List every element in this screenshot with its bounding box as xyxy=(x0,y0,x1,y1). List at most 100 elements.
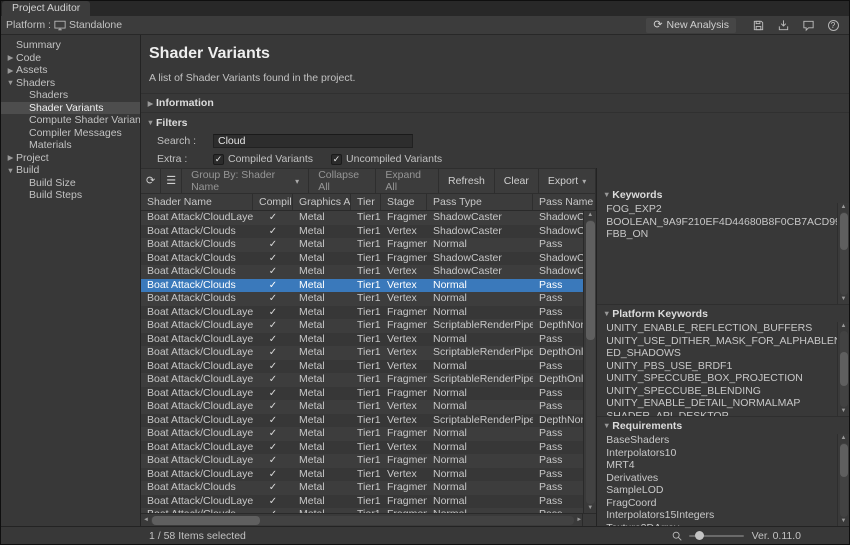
tab-project-auditor[interactable]: Project Auditor xyxy=(2,1,90,16)
sidebar-item-project[interactable]: ▶Project xyxy=(1,152,140,165)
details-section-header[interactable]: ▼ Platform Keywords xyxy=(597,305,849,322)
sidebar-item-compiler-messages[interactable]: Compiler Messages xyxy=(1,127,140,140)
details-item[interactable]: Derivatives xyxy=(606,472,849,485)
scrollbar-track[interactable] xyxy=(840,331,848,407)
scrollbar-thumb[interactable] xyxy=(586,221,595,340)
scrollbar-thumb[interactable] xyxy=(152,516,260,525)
column-header-graphics-api[interactable]: Graphics API xyxy=(293,194,351,210)
table-row[interactable]: Boat Attack/Clouds✓MetalTier1VertexNorma… xyxy=(141,292,583,306)
expand-all-button[interactable]: Expand All xyxy=(376,169,439,193)
sidebar-item-build-steps[interactable]: Build Steps xyxy=(1,189,140,202)
collapse-all-button[interactable]: Collapse All xyxy=(309,169,376,193)
table-row[interactable]: Boat Attack/CloudLayer✓MetalTier1Fragmen… xyxy=(141,427,583,441)
details-section-header[interactable]: ▼ Keywords xyxy=(597,186,849,203)
scroll-up-icon[interactable]: ▲ xyxy=(841,435,847,442)
table-row[interactable]: Boat Attack/Clouds✓MetalTier1VertexShado… xyxy=(141,265,583,279)
section-scrollbar[interactable]: ▲ ▼ xyxy=(837,434,849,526)
sidebar-item-shaders[interactable]: Shaders xyxy=(1,89,140,102)
save-button[interactable] xyxy=(747,17,769,33)
details-item[interactable]: UNITY_SPECCUBE_BOX_PROJECTION xyxy=(606,372,849,385)
scroll-up-icon[interactable]: ▲ xyxy=(841,204,847,211)
details-item[interactable]: UNITY_SPECCUBE_BLENDING xyxy=(606,385,849,398)
table-row[interactable]: Boat Attack/CloudLayer✓MetalTier1VertexS… xyxy=(141,346,583,360)
clear-button[interactable]: Clear xyxy=(495,169,539,193)
scroll-down-icon[interactable]: ▼ xyxy=(841,296,847,303)
details-item[interactable]: BaseShaders xyxy=(606,434,849,447)
table-vertical-scrollbar[interactable]: ▲ ▼ xyxy=(583,211,596,513)
table-row[interactable]: Boat Attack/Clouds✓MetalTier1FragmentNor… xyxy=(141,238,583,252)
foldout-collapsed-icon[interactable]: ▶ xyxy=(5,153,16,162)
export-dropdown[interactable]: Export ▾ xyxy=(539,169,596,193)
scrollbar-track[interactable] xyxy=(151,516,574,525)
sidebar-item-compute-shader-variants[interactable]: Compute Shader Variants xyxy=(1,114,140,127)
section-scrollbar[interactable]: ▲ ▼ xyxy=(837,203,849,304)
load-button[interactable] xyxy=(772,17,794,33)
zoom-slider[interactable] xyxy=(689,535,744,537)
details-item[interactable]: UNITY_ENABLE_DETAIL_NORMALMAP xyxy=(606,397,849,410)
filters-foldout[interactable]: ▼ Filters xyxy=(141,113,849,132)
sidebar-item-shader-variants[interactable]: Shader Variants xyxy=(1,102,140,115)
table-row[interactable]: Boat Attack/CloudLayer✓MetalTier1VertexN… xyxy=(141,468,583,482)
details-item[interactable]: FBB_ON xyxy=(606,228,849,241)
refresh-button[interactable]: Refresh xyxy=(439,169,495,193)
new-analysis-button[interactable]: ⟳ New Analysis xyxy=(646,18,736,33)
view-options-button[interactable]: ☰ xyxy=(161,169,182,193)
column-header-tier[interactable]: Tier xyxy=(351,194,381,210)
column-header-shader-name[interactable]: Shader Name xyxy=(141,194,253,210)
details-item[interactable]: Texture2DArray xyxy=(606,522,849,527)
details-item[interactable]: SampleLOD xyxy=(606,484,849,497)
details-section-header[interactable]: ▼ Requirements xyxy=(597,417,849,434)
group-by-dropdown[interactable]: Group By: Shader Name ▾ xyxy=(182,169,309,193)
compiled-variants-checkbox[interactable]: ✓ Compiled Variants xyxy=(213,153,313,165)
details-item[interactable]: BOOLEAN_9A9F210EF4D44680B8F0CB7ACD99D xyxy=(606,216,849,229)
details-item[interactable]: UNITY_ENABLE_REFLECTION_BUFFERS xyxy=(606,322,849,335)
sidebar-item-code[interactable]: ▶Code xyxy=(1,52,140,65)
table-row[interactable]: Boat Attack/CloudLayer✓MetalTier1Fragmen… xyxy=(141,319,583,333)
details-item[interactable]: UNITY_USE_DITHER_MASK_FOR_ALPHABLEND xyxy=(606,335,849,348)
section-scrollbar[interactable]: ▲ ▼ xyxy=(837,322,849,416)
table-row[interactable]: Boat Attack/Clouds✓MetalTier1FragmentSha… xyxy=(141,252,583,266)
table-row[interactable]: Boat Attack/CloudLayer✓MetalTier1VertexS… xyxy=(141,414,583,428)
table-row[interactable]: Boat Attack/Clouds✓MetalTier1VertexShado… xyxy=(141,225,583,239)
scroll-down-icon[interactable]: ▼ xyxy=(587,505,593,512)
table-row[interactable]: Boat Attack/Clouds✓MetalTier1FragmentNor… xyxy=(141,481,583,495)
scrollbar-thumb[interactable] xyxy=(840,352,848,386)
details-item[interactable]: Interpolators15Integers xyxy=(606,509,849,522)
feedback-button[interactable] xyxy=(797,17,819,33)
sidebar-item-materials[interactable]: Materials xyxy=(1,139,140,152)
scrollbar-track[interactable] xyxy=(840,443,848,517)
details-item[interactable]: FOG_EXP2 xyxy=(606,203,849,216)
details-item[interactable]: FragCoord xyxy=(606,497,849,510)
scroll-left-icon[interactable]: ◄ xyxy=(143,517,149,524)
search-input[interactable] xyxy=(213,134,413,148)
column-header-pass-type[interactable]: Pass Type xyxy=(427,194,533,210)
zoom-slider-knob[interactable] xyxy=(695,531,704,540)
scroll-down-icon[interactable]: ▼ xyxy=(841,518,847,525)
uncompiled-variants-checkbox[interactable]: ✓ Uncompiled Variants xyxy=(331,153,442,165)
scroll-down-icon[interactable]: ▼ xyxy=(841,408,847,415)
table-row[interactable]: Boat Attack/CloudLayer✓MetalTier1Fragmen… xyxy=(141,495,583,509)
scroll-up-icon[interactable]: ▲ xyxy=(587,212,593,219)
table-row[interactable]: Boat Attack/CloudLayer✓MetalTier1Fragmen… xyxy=(141,306,583,320)
table-row[interactable]: Boat Attack/CloudLayer✓MetalTier1Fragmen… xyxy=(141,387,583,401)
information-foldout[interactable]: ▶ Information xyxy=(141,93,849,112)
table-row[interactable]: Boat Attack/Clouds✓MetalTier1VertexNorma… xyxy=(141,279,583,293)
foldout-collapsed-icon[interactable]: ▶ xyxy=(5,66,16,75)
foldout-expanded-icon[interactable]: ▼ xyxy=(5,166,16,175)
column-header-stage[interactable]: Stage xyxy=(381,194,427,210)
details-item[interactable]: MRT4 xyxy=(606,459,849,472)
scrollbar-thumb[interactable] xyxy=(840,444,848,477)
scrollbar-track[interactable] xyxy=(586,220,595,504)
foldout-expanded-icon[interactable]: ▼ xyxy=(5,78,16,87)
scrollbar-thumb[interactable] xyxy=(840,213,848,250)
table-row[interactable]: Boat Attack/CloudLayer✓MetalTier1VertexN… xyxy=(141,400,583,414)
table-row[interactable]: Boat Attack/CloudLayer✓MetalTier1VertexN… xyxy=(141,441,583,455)
details-item[interactable]: SHADER_API_DESKTOP xyxy=(606,410,849,417)
sidebar-item-assets[interactable]: ▶Assets xyxy=(1,64,140,77)
sidebar-item-summary[interactable]: Summary xyxy=(1,39,140,52)
help-button[interactable]: ? xyxy=(822,17,844,33)
foldout-collapsed-icon[interactable]: ▶ xyxy=(5,53,16,62)
scrollbar-track[interactable] xyxy=(840,212,848,295)
sidebar-item-build-size[interactable]: Build Size xyxy=(1,177,140,190)
table-row[interactable]: Boat Attack/CloudLayer✓MetalTier1Fragmen… xyxy=(141,211,583,225)
